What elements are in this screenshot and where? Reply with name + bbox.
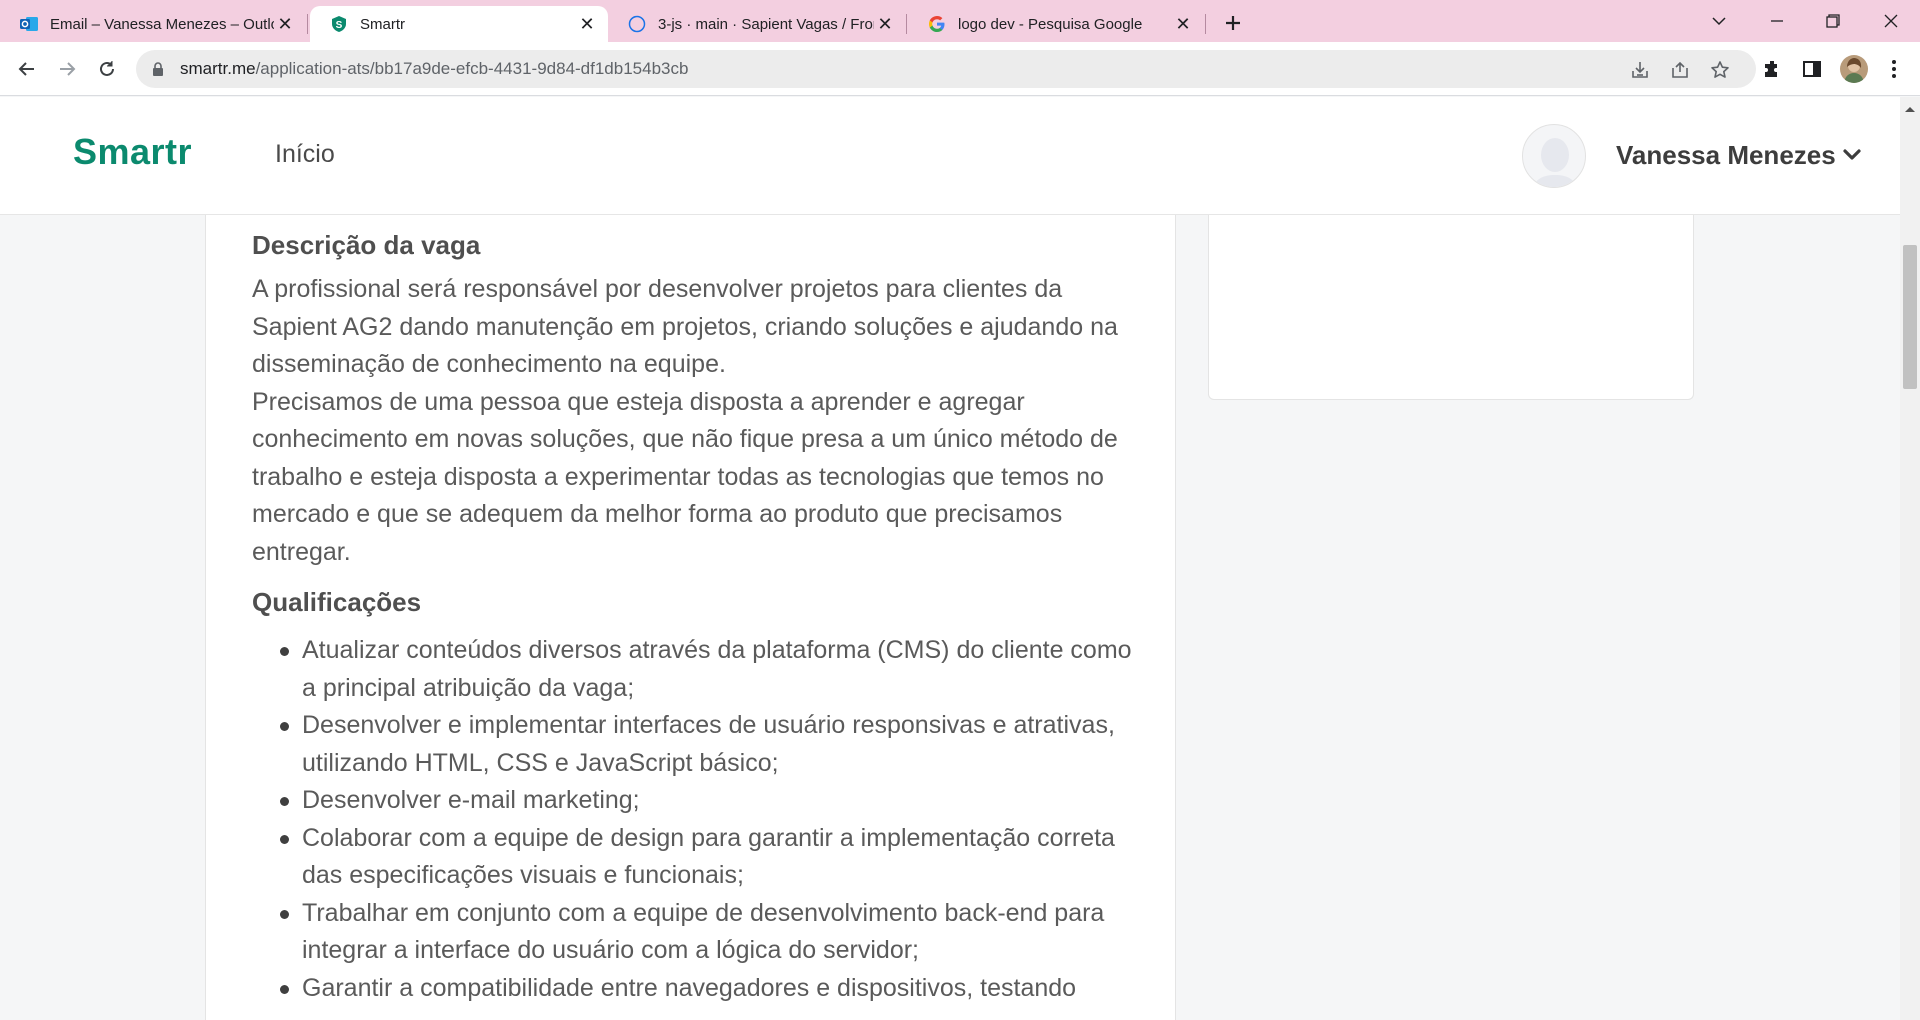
list-item: Colaborar com a equipe de design para ga… (280, 820, 1132, 895)
forward-arrow-icon[interactable] (51, 53, 83, 85)
site-header: Smartr Início Vanessa Menezes (0, 97, 1900, 215)
job-description-card: Descrição da vaga A profissional será re… (205, 215, 1176, 1020)
url-text: smartr.me/application-ats/bb17a9de-efcb-… (180, 59, 688, 79)
new-tab-button[interactable] (1218, 8, 1248, 38)
scrollbar-thumb[interactable] (1903, 245, 1917, 389)
google-icon (928, 15, 946, 33)
list-item: Garantir a compatibilidade entre navegad… (280, 970, 1132, 1008)
qualifications-heading: Qualificações (252, 587, 422, 617)
bookmark-star-icon[interactable] (1709, 59, 1731, 81)
minimize-icon[interactable] (1750, 0, 1804, 42)
list-item: Atualizar conteúdos diversos através da … (280, 632, 1132, 707)
share-icon[interactable] (1669, 59, 1691, 81)
tab-title: Smartr (360, 15, 405, 33)
close-tab-icon[interactable]: ✕ (576, 13, 598, 35)
description-paragraph-1: A profissional será responsável por dese… (252, 275, 1118, 378)
nav-link-home[interactable]: Início (275, 140, 335, 169)
sidebar-card (1208, 215, 1694, 400)
browser-toolbar: smartr.me/application-ats/bb17a9de-efcb-… (0, 42, 1920, 96)
extensions-icon[interactable] (1760, 57, 1784, 81)
browser-menu-icon[interactable] (1882, 57, 1906, 81)
lock-icon[interactable] (150, 61, 166, 77)
description-paragraph-2: Precisamos de uma pessoa que esteja disp… (252, 387, 1118, 566)
tab-title: logo dev - Pesquisa Google (958, 15, 1143, 33)
address-bar[interactable]: smartr.me/application-ats/bb17a9de-efcb-… (136, 50, 1756, 88)
browser-tab-google[interactable]: logo dev - Pesquisa Google ✕ (908, 6, 1204, 42)
reload-icon[interactable] (91, 53, 123, 85)
list-item: Desenvolver e-mail marketing; (280, 782, 1132, 820)
url-path: /application-ats/bb17a9de-efcb-4431-9d84… (255, 59, 689, 78)
smartr-icon: S (330, 15, 348, 33)
description-heading: Descrição da vaga (252, 230, 481, 260)
outlook-icon (20, 15, 38, 33)
browser-tab-strip: Email – Vanessa Menezes – Outlook ✕ S Sm… (0, 0, 1920, 42)
list-item: Desenvolver e implementar interfaces de … (280, 707, 1132, 782)
tab-title: Email – Vanessa Menezes – Outlook (50, 15, 274, 33)
close-tab-icon[interactable]: ✕ (874, 13, 896, 35)
scroll-up-arrow-icon[interactable] (1904, 101, 1916, 112)
job-description-content: Descrição da vaga A profissional será re… (252, 230, 1132, 1007)
restore-icon[interactable] (1806, 0, 1860, 42)
tab-divider (1205, 14, 1206, 34)
side-panel-icon[interactable] (1800, 57, 1824, 81)
svg-text:S: S (336, 20, 343, 31)
tab-title: 3-js · main · Sapient Vagas / Front (658, 15, 874, 33)
profile-avatar-icon[interactable] (1840, 55, 1868, 83)
tab-search-icon[interactable] (1692, 0, 1746, 42)
browser-tab-outlook[interactable]: Email – Vanessa Menezes – Outlook ✕ (0, 6, 306, 42)
page-scrollbar[interactable] (1900, 97, 1920, 1020)
install-app-icon[interactable] (1629, 59, 1651, 81)
close-tab-icon[interactable]: ✕ (274, 13, 296, 35)
loading-icon (628, 15, 646, 33)
avatar[interactable] (1522, 124, 1586, 188)
list-item: Trabalhar em conjunto com a equipe de de… (280, 895, 1132, 970)
back-arrow-icon[interactable] (11, 53, 43, 85)
browser-tab-gitlab[interactable]: 3-js · main · Sapient Vagas / Front ✕ (608, 6, 906, 42)
close-window-icon[interactable] (1864, 0, 1918, 42)
chevron-down-icon[interactable] (1842, 145, 1862, 165)
browser-tab-smartr[interactable]: S Smartr ✕ (310, 6, 608, 42)
smartr-logo[interactable]: Smartr (73, 131, 192, 173)
close-tab-icon[interactable]: ✕ (1172, 13, 1194, 35)
user-name[interactable]: Vanessa Menezes (1616, 140, 1836, 171)
url-host: smartr.me (180, 59, 256, 78)
qualifications-list: Atualizar conteúdos diversos através da … (252, 632, 1132, 1007)
tab-divider (906, 14, 907, 34)
tab-divider (307, 14, 308, 34)
